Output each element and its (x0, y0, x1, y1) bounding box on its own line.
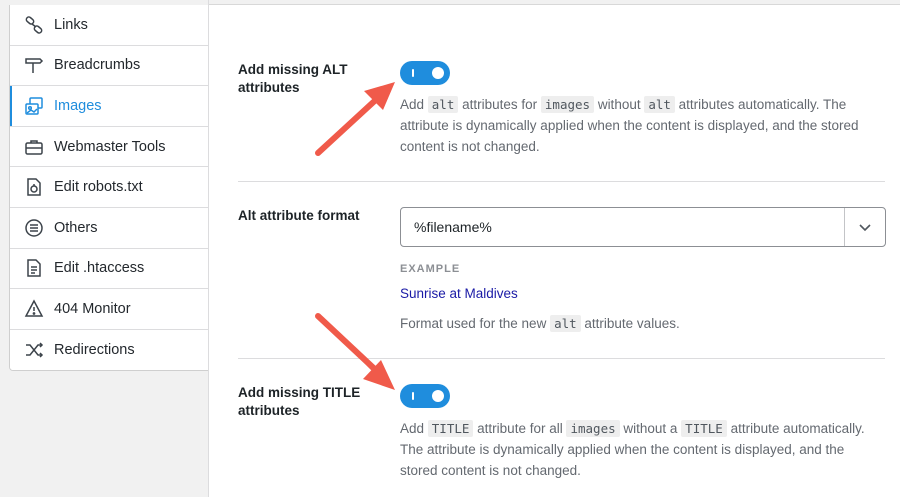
code-snippet: alt (550, 315, 581, 332)
link-icon (24, 15, 44, 35)
desc-text: without a (619, 421, 682, 436)
code-snippet: TITLE (681, 420, 727, 437)
sidebar-item-others[interactable]: Others (10, 207, 208, 249)
select-value: %filename% (414, 219, 492, 235)
desc-text: Add (400, 97, 428, 112)
select-separator (844, 208, 845, 246)
format-setting-description: Format used for the new alt attribute va… (400, 313, 880, 334)
warning-icon (24, 299, 44, 319)
desc-text: Format used for the new (400, 316, 551, 331)
sidebar-item-label: Edit robots.txt (54, 179, 143, 196)
example-heading: EXAMPLE (400, 263, 461, 275)
toggle-knob (432, 390, 444, 402)
sidebar-item-edit-htaccess[interactable]: Edit .htaccess (10, 248, 208, 290)
robot-file-icon (24, 177, 44, 197)
alt-setting-label: Add missing ALT attributes (238, 62, 348, 95)
desc-text: Add (400, 421, 428, 436)
settings-nav-list: Links Breadcrumbs Images Webmaster Tools… (9, 5, 208, 371)
sidebar-item-redirections[interactable]: Redirections (10, 329, 208, 370)
desc-text: without (594, 97, 645, 112)
code-snippet: alt (644, 96, 675, 113)
toggle-knob (432, 67, 444, 79)
desc-text: attribute for all (473, 421, 567, 436)
images-icon (24, 96, 44, 116)
document-icon (24, 258, 44, 278)
settings-panel: Add missing ALT attributes Add alt attri… (208, 0, 900, 497)
example-value: Sunrise at Maldives (400, 286, 518, 301)
divider (238, 181, 885, 182)
sidebar-item-label: Images (54, 97, 102, 114)
sidebar-item-label: Edit .htaccess (54, 260, 145, 277)
code-snippet: TITLE (427, 420, 474, 437)
sidebar-item-label: Links (54, 16, 88, 33)
sidebar-item-edit-robots[interactable]: Edit robots.txt (10, 167, 208, 208)
title-toggle[interactable] (400, 384, 450, 408)
briefcase-icon (24, 137, 44, 157)
desc-text: attributes for (458, 97, 541, 112)
desc-text: attribute values. (580, 316, 680, 331)
toggle-on-mark (412, 392, 414, 400)
alt-format-select[interactable]: %filename% (400, 207, 886, 247)
sidebar-item-label: Breadcrumbs (54, 57, 141, 74)
sidebar-item-breadcrumbs[interactable]: Breadcrumbs (10, 45, 208, 87)
format-setting-label: Alt attribute format (238, 208, 360, 223)
divider (238, 358, 885, 359)
code-snippet: alt (427, 96, 459, 113)
sidebar-item-label: Webmaster Tools (54, 138, 166, 155)
sidebar-item-label: 404 Monitor (54, 300, 131, 317)
title-setting-description: Add TITLE attribute for all images witho… (400, 418, 880, 481)
alt-setting-description: Add alt attributes for images without al… (400, 94, 880, 157)
sidebar-item-404-monitor[interactable]: 404 Monitor (10, 289, 208, 330)
panel-top-border (209, 0, 900, 5)
sidebar-item-webmaster-tools[interactable]: Webmaster Tools (10, 126, 208, 168)
sidebar-item-images[interactable]: Images (10, 86, 208, 127)
signpost-icon (24, 55, 44, 75)
code-snippet: images (566, 420, 620, 437)
sidebar-item-label: Redirections (54, 342, 135, 359)
settings-sidebar: Links Breadcrumbs Images Webmaster Tools… (0, 0, 208, 497)
sidebar-item-links[interactable]: Links (10, 5, 208, 46)
toggle-on-mark (412, 69, 414, 77)
shuffle-icon (24, 340, 44, 360)
alt-toggle[interactable] (400, 61, 450, 85)
title-setting-label: Add missing TITLE attributes (238, 385, 361, 418)
sidebar-item-label: Others (54, 219, 98, 236)
chevron-down-icon (856, 218, 874, 236)
list-circle-icon (24, 218, 44, 238)
code-snippet: images (540, 96, 595, 113)
